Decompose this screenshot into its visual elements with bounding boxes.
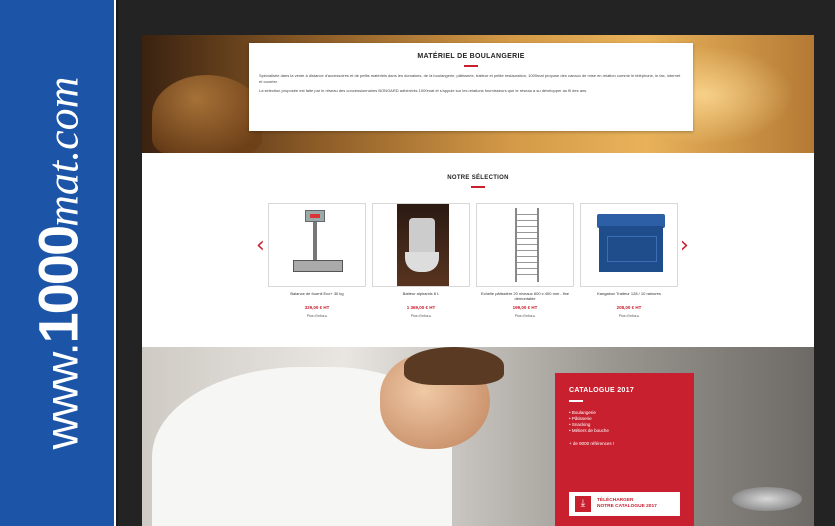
brand-strip: www. 1000 mat.com	[0, 0, 116, 526]
download-catalog-button[interactable]: ⤓ TÉLÉCHARGER NOTRE CATALOGUE 2017	[569, 492, 680, 516]
catalog-underline	[569, 400, 583, 402]
product-card[interactable]: Balance de fournil Eco+ 30 kg 329,00 € H…	[268, 203, 366, 318]
product-card[interactable]: Kangabox Traiteur 128 / 10 rainures 208,…	[580, 203, 678, 318]
brand-logo-text: www. 1000 mat.com	[26, 77, 91, 450]
catalog-box: CATALOGUE 2017 Boulangerie Pâtisserie Sn…	[555, 373, 694, 526]
product-price: 1 369,00 € HT	[406, 305, 436, 310]
product-image-scale[interactable]	[268, 203, 366, 287]
hero-title: MATÉRIEL DE BOULANGERIE	[417, 53, 525, 60]
chevron-left-icon[interactable]: ‹	[256, 235, 265, 257]
selection-title: NOTRE SÉLECTION	[447, 175, 509, 181]
catalog-list-item: Métiers de bouche	[569, 428, 680, 434]
brand-prefix: www.	[35, 343, 88, 450]
download-icon[interactable]: ⤓	[575, 496, 591, 512]
hero-section: MATÉRIEL DE BOULANGERIE Spécialisée dans…	[142, 35, 814, 153]
product-name[interactable]: Kangabox Traiteur 128 / 10 rainures	[580, 291, 678, 303]
product-name[interactable]: Balance de fournil Eco+ 30 kg	[268, 291, 366, 303]
catalog-title: CATALOGUE 2017	[569, 387, 635, 394]
product-card[interactable]: Batteur alphamix 8 L 1 369,00 € HT Plus …	[372, 203, 470, 318]
more-info-link[interactable]: Plus d'infos ▸	[372, 314, 470, 318]
product-name[interactable]: Echelle pâtissière 20 niveaux 600 x 400 …	[476, 291, 574, 303]
product-image-rack[interactable]	[476, 203, 574, 287]
product-image-mixer[interactable]	[372, 203, 470, 287]
catalog-banner: CATALOGUE 2017 Boulangerie Pâtisserie Sn…	[142, 347, 814, 526]
title-underline	[464, 65, 478, 67]
selection-underline	[471, 186, 485, 188]
product-price: 329,00 € HT	[304, 305, 330, 310]
product-name[interactable]: Batteur alphamix 8 L	[372, 291, 470, 303]
brand-domain: mat.com	[38, 76, 88, 227]
more-info-link[interactable]: Plus d'infos ▸	[580, 314, 678, 318]
mixing-bowl-image	[732, 487, 802, 511]
chevron-right-icon[interactable]: ›	[680, 235, 689, 257]
catalog-references: + de 9000 références !	[569, 441, 615, 446]
bread-image	[152, 75, 262, 153]
chef-hair	[404, 347, 504, 385]
product-price: 208,00 € HT	[616, 305, 642, 310]
hero-paragraph-2: La sélection proposée est faite par le r…	[259, 88, 588, 93]
website-page: MATÉRIEL DE BOULANGERIE Spécialisée dans…	[142, 35, 814, 526]
hero-paragraph-1: Spécialisée dans la vente à distance d'a…	[259, 73, 681, 84]
hero-text-box: MATÉRIEL DE BOULANGERIE Spécialisée dans…	[249, 43, 693, 131]
catalog-list: Boulangerie Pâtisserie Snacking Métiers …	[569, 410, 680, 434]
product-image-kangabox[interactable]	[580, 203, 678, 287]
download-label[interactable]: TÉLÉCHARGER NOTRE CATALOGUE 2017	[597, 498, 657, 510]
product-price: 199,00 € HT	[512, 305, 538, 310]
product-card[interactable]: Echelle pâtissière 20 niveaux 600 x 400 …	[476, 203, 574, 318]
more-info-link[interactable]: Plus d'infos ▸	[268, 314, 366, 318]
more-info-link[interactable]: Plus d'infos ▸	[476, 314, 574, 318]
brand-number: 1000	[26, 226, 90, 344]
